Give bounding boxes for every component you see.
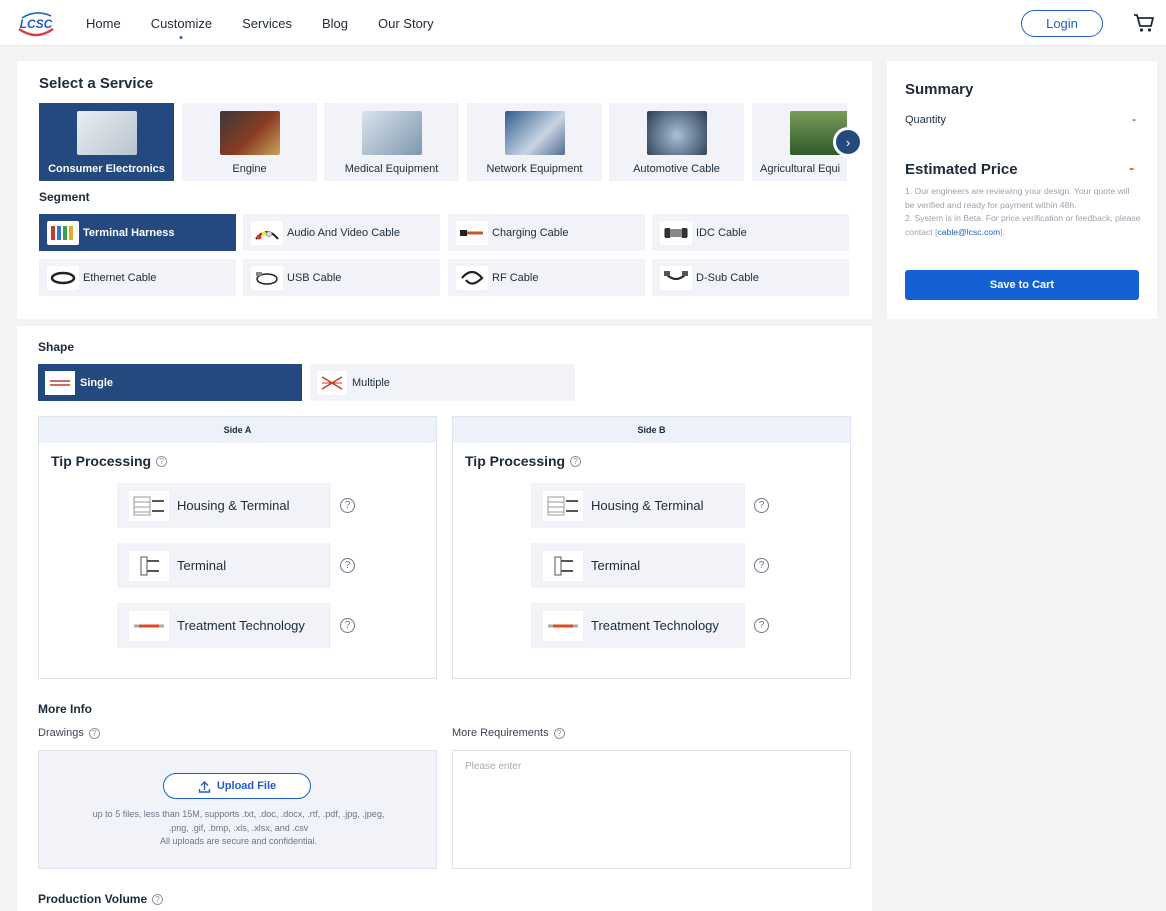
side-a-header: Side A [39,417,436,443]
treatment-technology-icon [543,610,583,641]
nav-our-story[interactable]: Our Story [378,16,434,31]
more-requirements-label: More Requirements? [452,727,565,739]
estimated-price-value: - [1129,160,1135,177]
d-sub-cable-icon [660,265,692,290]
automotive-cable-image [646,111,707,155]
multiple-shape-icon [317,370,347,395]
side-b-terminal-option[interactable]: Terminal [531,543,745,588]
usb-cable-icon [251,265,283,290]
production-volume-heading: Production Volume? [38,892,164,906]
estimated-price-title: Estimated Price [905,161,1018,178]
idc-cable-icon [660,220,692,245]
housing-terminal-icon [543,490,583,521]
engine-image [219,111,280,155]
segment-usb-cable[interactable]: USB Cable [243,259,440,296]
side-a-treatment-technology-option[interactable]: Treatment Technology [117,603,331,648]
terminal-help-icon[interactable]: ? [340,558,355,573]
lcsc-logo[interactable]: LCSC [16,9,56,39]
quantity-value: - [1132,112,1136,126]
segment-idc-cable[interactable]: IDC Cable [652,214,849,251]
terminal-icon [129,550,169,581]
service-next-arrow-icon[interactable]: › [836,130,860,154]
side-b-panel: Side B Tip Processing? Housing & Termina… [452,416,851,679]
segment-charging-cable[interactable]: Charging Cable [448,214,645,251]
segment-rf-cable[interactable]: RF Cable [448,259,645,296]
select-service-heading: Select a Service [39,75,154,92]
login-button[interactable]: Login [1021,10,1103,37]
help-icon[interactable]: ? [156,455,168,467]
segment-heading: Segment [39,190,90,204]
service-consumer-electronics[interactable]: Consumer Electronics [39,103,174,181]
drawings-upload-area[interactable]: Upload File up to 5 files, less than 15M… [38,750,437,869]
housing-terminal-icon [129,490,169,521]
consumer-electronics-image [76,111,137,155]
segment-terminal-harness[interactable]: Terminal Harness [39,214,236,251]
treatment-technology-help-icon[interactable]: ? [340,618,355,633]
service-agricultural-equipment[interactable]: Agricultural Equi [752,103,847,181]
estimated-price-note: 1. Our engineers are reviewing your desi… [905,186,1141,237]
charging-cable-icon [456,220,488,245]
contact-email-link[interactable]: cable@lcsc.com [937,227,1000,237]
segment-audio-video-cable[interactable]: Audio And Video Cable [243,214,440,251]
ethernet-cable-icon [47,265,79,290]
nav-customize[interactable]: Customize [151,16,212,31]
main-nav: Home Customize Services Blog Our Story [86,0,464,46]
side-a-housing-terminal-option[interactable]: Housing & Terminal [117,483,331,528]
help-icon[interactable]: ? [88,727,100,739]
save-to-cart-button[interactable]: Save to Cart [905,270,1139,300]
segment-ethernet-cable[interactable]: Ethernet Cable [39,259,236,296]
drawings-label: Drawings? [38,727,100,739]
segment-d-sub-cable[interactable]: D-Sub Cable [652,259,849,296]
audio-video-cable-icon [251,220,283,245]
side-a-terminal-option[interactable]: Terminal [117,543,331,588]
upload-file-button[interactable]: Upload File [163,773,311,799]
help-icon[interactable]: ? [570,455,582,467]
shape-single[interactable]: Single [38,364,302,401]
housing-terminal-help-icon[interactable]: ? [754,498,769,513]
shape-heading: Shape [38,340,75,354]
service-engine[interactable]: Engine [182,103,317,181]
nav-blog[interactable]: Blog [322,16,348,31]
service-panel: Select a Service Consumer Electronics En… [17,61,872,319]
service-medical-equipment[interactable]: Medical Equipment [324,103,459,181]
summary-panel: Summary Quantity - Estimated Price - 1. … [887,61,1157,319]
side-a-tip-processing-title: Tip Processing? [51,453,168,469]
single-shape-icon [45,370,75,395]
terminal-icon [543,550,583,581]
side-b-header: Side B [453,417,850,443]
top-navigation-bar: LCSC Home Customize Services Blog Our St… [0,0,1166,46]
service-network-equipment[interactable]: Network Equipment [467,103,602,181]
side-b-tip-processing-title: Tip Processing? [465,453,582,469]
more-requirements-textarea[interactable]: Please enter [452,750,851,869]
nav-home[interactable]: Home [86,16,121,31]
medical-equipment-image [361,111,422,155]
cart-icon[interactable] [1133,13,1155,33]
shape-multiple[interactable]: Multiple [310,364,575,401]
svg-text:LCSC: LCSC [20,17,53,31]
nav-services[interactable]: Services [242,16,292,31]
help-icon[interactable]: ? [553,727,565,739]
housing-terminal-help-icon[interactable]: ? [340,498,355,513]
treatment-technology-icon [129,610,169,641]
more-info-heading: More Info [38,702,92,716]
network-equipment-image [504,111,565,155]
summary-title: Summary [905,81,974,98]
treatment-technology-help-icon[interactable]: ? [754,618,769,633]
terminal-help-icon[interactable]: ? [754,558,769,573]
side-b-housing-terminal-option[interactable]: Housing & Terminal [531,483,745,528]
side-a-panel: Side A Tip Processing? Housing & Termina… [38,416,437,679]
rf-cable-icon [456,265,488,290]
upload-icon [198,780,211,793]
service-automotive-cable[interactable]: Automotive Cable [609,103,744,181]
help-icon[interactable]: ? [152,893,164,905]
terminal-harness-icon [47,220,79,245]
side-b-treatment-technology-option[interactable]: Treatment Technology [531,603,745,648]
quantity-label: Quantity [905,114,946,126]
configuration-panel: Shape Single Multiple Side A Tip Process… [17,326,872,911]
upload-note: up to 5 files, less than 15M, supports .… [92,809,385,846]
